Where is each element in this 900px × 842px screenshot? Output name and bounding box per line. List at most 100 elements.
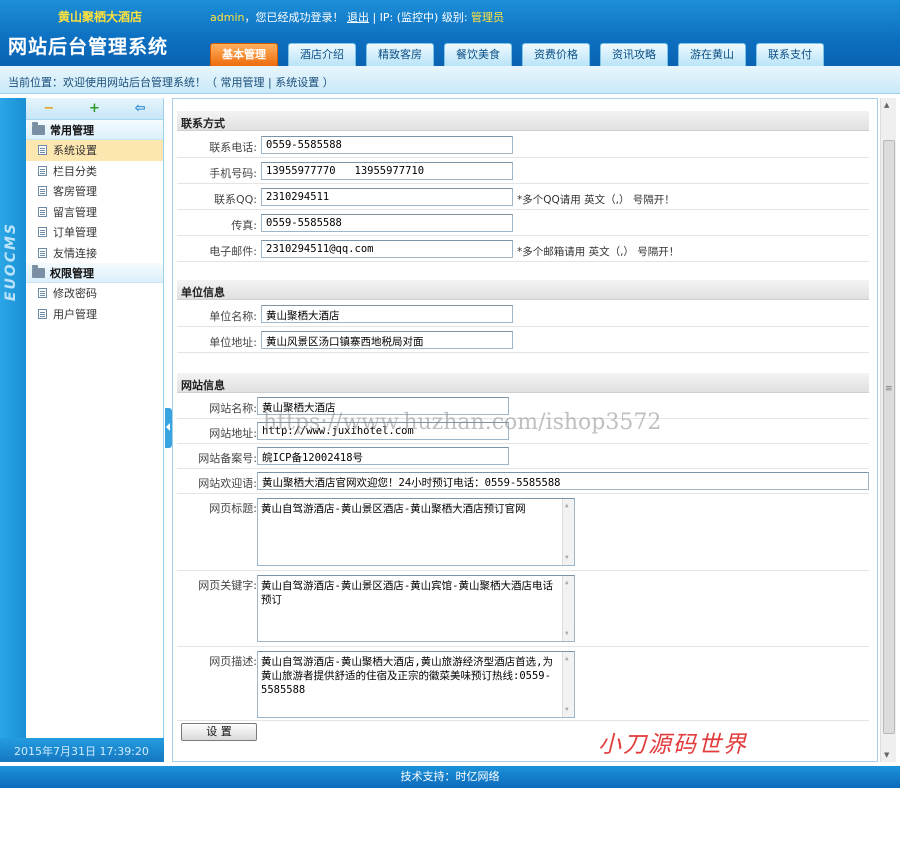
form-row-welcome: 网站欢迎语: 黄山聚栖大酒店官网欢迎您！24小时预订电话：0559-558558… bbox=[177, 469, 869, 494]
sidebar-item-users[interactable]: 用户管理 bbox=[26, 304, 163, 325]
menu-group-label: 权限管理 bbox=[50, 266, 94, 280]
sidebar-item-label: 友情连接 bbox=[53, 246, 97, 260]
unit-address-input[interactable]: 黄山风景区汤口镇寨西地税局对面 bbox=[261, 331, 513, 349]
section-contact-title: 联系方式 bbox=[177, 111, 869, 131]
keywords-label: 网页关键字: bbox=[198, 579, 257, 592]
settings-form: 联系方式 联系电话: 0559-5585588 手机号码: 1395597777… bbox=[172, 98, 878, 762]
description-label: 网页描述: bbox=[209, 655, 257, 668]
sidebar-item-label: 栏目分类 bbox=[53, 164, 97, 178]
mobile-label: 手机号码: bbox=[209, 167, 257, 180]
tab-prices[interactable]: 资费价格 bbox=[522, 43, 590, 66]
user-level: 管理员 bbox=[471, 11, 505, 24]
sidebar-item-label: 用户管理 bbox=[53, 307, 97, 321]
main-nav: 基本管理 酒店介绍 精致客房 餐饮美食 资费价格 资讯攻略 游在黄山 联系支付 bbox=[210, 43, 834, 66]
tab-contact-payment[interactable]: 联系支付 bbox=[756, 43, 824, 66]
datetime-display: 2015年7月31日 17:39:20 bbox=[0, 738, 164, 762]
sidebar-collapse-handle[interactable] bbox=[165, 408, 172, 448]
textarea-scrollbar[interactable] bbox=[562, 576, 574, 641]
form-row-page-title: 网页标题: 黄山自驾游酒店-黄山景区酒店-黄山聚栖大酒店预订官网 bbox=[177, 494, 869, 571]
folder-icon bbox=[32, 264, 45, 278]
scrollbar-thumb[interactable] bbox=[883, 140, 895, 734]
ip-info: | IP: (监控中) 级别: bbox=[368, 11, 472, 24]
menu-group-common[interactable]: 常用管理 bbox=[26, 120, 163, 140]
form-row-fax: 传真: 0559-5585588 bbox=[177, 210, 869, 236]
welcome-label: 网站欢迎语: bbox=[198, 477, 257, 490]
page-scrollbar[interactable]: ▲ ≡ ▼ bbox=[880, 98, 896, 762]
sidebar-item-links[interactable]: 友情连接 bbox=[26, 243, 163, 264]
phone-input[interactable]: 0559-5585588 bbox=[261, 136, 513, 154]
sidebar-toolbar: − + ⇦ bbox=[26, 98, 163, 120]
section-unit-title: 单位信息 bbox=[177, 280, 869, 300]
tab-dining[interactable]: 餐饮美食 bbox=[444, 43, 512, 66]
description-textarea[interactable]: 黄山自驾游酒店-黄山聚栖大酒店,黄山旅游经济型酒店首选,为黄山旅游者提供舒适的住… bbox=[257, 651, 575, 718]
tab-news-guide[interactable]: 资讯攻略 bbox=[600, 43, 668, 66]
page-icon bbox=[38, 186, 47, 197]
sidebar-item-label: 订单管理 bbox=[53, 226, 97, 240]
scrollbar-grip-icon: ≡ bbox=[885, 384, 893, 394]
back-arrow-icon[interactable]: ⇦ bbox=[133, 101, 147, 116]
page-icon bbox=[38, 308, 47, 319]
footer: 技术支持：时亿网络 bbox=[0, 766, 900, 788]
unit-name-input[interactable]: 黄山聚栖大酒店 bbox=[261, 305, 513, 323]
email-label: 电子邮件: bbox=[209, 245, 257, 258]
tab-huangshan-tour[interactable]: 游在黄山 bbox=[678, 43, 746, 66]
vertical-logo: EUOCMS bbox=[3, 222, 19, 302]
section-website-title: 网站信息 bbox=[177, 373, 869, 393]
form-row-email: 电子邮件: 2310294511@qq.com *多个邮箱请用 英文（,） 号隔… bbox=[177, 236, 869, 262]
sidebar-item-categories[interactable]: 栏目分类 bbox=[26, 161, 163, 182]
textarea-scrollbar[interactable] bbox=[562, 652, 574, 717]
email-hint: *多个邮箱请用 英文（,） 号隔开！ bbox=[517, 246, 680, 258]
sidebar-item-label: 修改密码 bbox=[53, 287, 97, 301]
sidebar-item-rooms[interactable]: 客房管理 bbox=[26, 181, 163, 202]
header: 黄山聚栖大酒店 admin，您已经成功登录！ 退出 | IP: (监控中) 级别… bbox=[0, 0, 900, 66]
fax-input[interactable]: 0559-5585588 bbox=[261, 214, 513, 232]
icp-label: 网站备案号: bbox=[198, 452, 257, 465]
form-row-mobile: 手机号码: 13955977770 13955977710 bbox=[177, 158, 869, 184]
sidebar-item-messages[interactable]: 留言管理 bbox=[26, 202, 163, 223]
logout-link[interactable]: 退出 bbox=[347, 11, 369, 24]
description-text: 黄山自驾游酒店-黄山聚栖大酒店,黄山旅游经济型酒店首选,为黄山旅游者提供舒适的住… bbox=[261, 656, 553, 696]
form-row-unit-address: 单位地址: 黄山风景区汤口镇寨西地税局对面 bbox=[177, 327, 869, 353]
submit-button[interactable]: 设 置 bbox=[181, 723, 257, 741]
page-title-textarea[interactable]: 黄山自驾游酒店-黄山景区酒店-黄山聚栖大酒店预订官网 bbox=[257, 498, 575, 566]
email-input[interactable]: 2310294511@qq.com bbox=[261, 240, 513, 258]
menu-group-permissions[interactable]: 权限管理 bbox=[26, 263, 163, 283]
tab-rooms[interactable]: 精致客房 bbox=[366, 43, 434, 66]
login-info: admin，您已经成功登录！ 退出 | IP: (监控中) 级别: 管理员 bbox=[210, 9, 504, 25]
scroll-up-arrow-icon[interactable]: ▲ bbox=[884, 101, 889, 109]
welcome-input[interactable]: 黄山聚栖大酒店官网欢迎您！24小时预订电话：0559-5585588 bbox=[257, 472, 869, 490]
page-icon bbox=[38, 227, 47, 238]
sidebar-strip: EUOCMS bbox=[0, 98, 26, 738]
scroll-down-arrow-icon[interactable]: ▼ bbox=[884, 751, 889, 759]
qq-label: 联系QQ: bbox=[213, 193, 257, 206]
sidebar-item-label: 留言管理 bbox=[53, 205, 97, 219]
sidebar-item-change-password[interactable]: 修改密码 bbox=[26, 283, 163, 304]
sidebar: − + ⇦ 常用管理 系统设置 栏目分类 客房管理 留言管理 订单管理 友情连接… bbox=[26, 98, 164, 738]
qq-input[interactable]: 2310294511 bbox=[261, 188, 513, 206]
page-icon bbox=[38, 145, 47, 156]
sidebar-item-label: 客房管理 bbox=[53, 185, 97, 199]
sidebar-item-orders[interactable]: 订单管理 bbox=[26, 222, 163, 243]
login-message: ，您已经成功登录！ bbox=[244, 11, 344, 24]
textarea-scrollbar[interactable] bbox=[562, 499, 574, 565]
page-icon bbox=[38, 247, 47, 258]
page-icon bbox=[38, 288, 47, 299]
tab-hotel-intro[interactable]: 酒店介绍 bbox=[288, 43, 356, 66]
mobile-input[interactable]: 13955977770 13955977710 bbox=[261, 162, 513, 180]
page-title-text: 黄山自驾游酒店-黄山景区酒店-黄山聚栖大酒店预订官网 bbox=[261, 503, 526, 515]
keywords-textarea[interactable]: 黄山自驾游酒店-黄山景区酒店-黄山宾馆-黄山聚栖大酒店电话预订 bbox=[257, 575, 575, 642]
icp-input[interactable]: 皖ICP备12002418号 bbox=[257, 447, 509, 465]
expand-all-icon[interactable]: + bbox=[87, 101, 101, 116]
unit-name-label: 单位名称: bbox=[209, 310, 257, 323]
phone-label: 联系电话: bbox=[209, 141, 257, 154]
form-row-description: 网页描述: 黄山自驾游酒店-黄山聚栖大酒店,黄山旅游经济型酒店首选,为黄山旅游者… bbox=[177, 647, 869, 721]
keywords-text: 黄山自驾游酒店-黄山景区酒店-黄山宾馆-黄山聚栖大酒店电话预订 bbox=[261, 580, 553, 606]
site-name-label: 网站名称: bbox=[209, 402, 257, 415]
sidebar-item-system-settings[interactable]: 系统设置 bbox=[26, 140, 163, 161]
form-row-keywords: 网页关键字: 黄山自驾游酒店-黄山景区酒店-黄山宾馆-黄山聚栖大酒店电话预订 bbox=[177, 571, 869, 647]
tab-basic-management[interactable]: 基本管理 bbox=[210, 43, 278, 66]
collapse-all-icon[interactable]: − bbox=[42, 101, 56, 116]
system-title: 网站后台管理系统 bbox=[8, 36, 169, 58]
qq-hint: *多个QQ请用 英文（,） 号隔开！ bbox=[517, 194, 675, 206]
username: admin bbox=[210, 11, 245, 24]
